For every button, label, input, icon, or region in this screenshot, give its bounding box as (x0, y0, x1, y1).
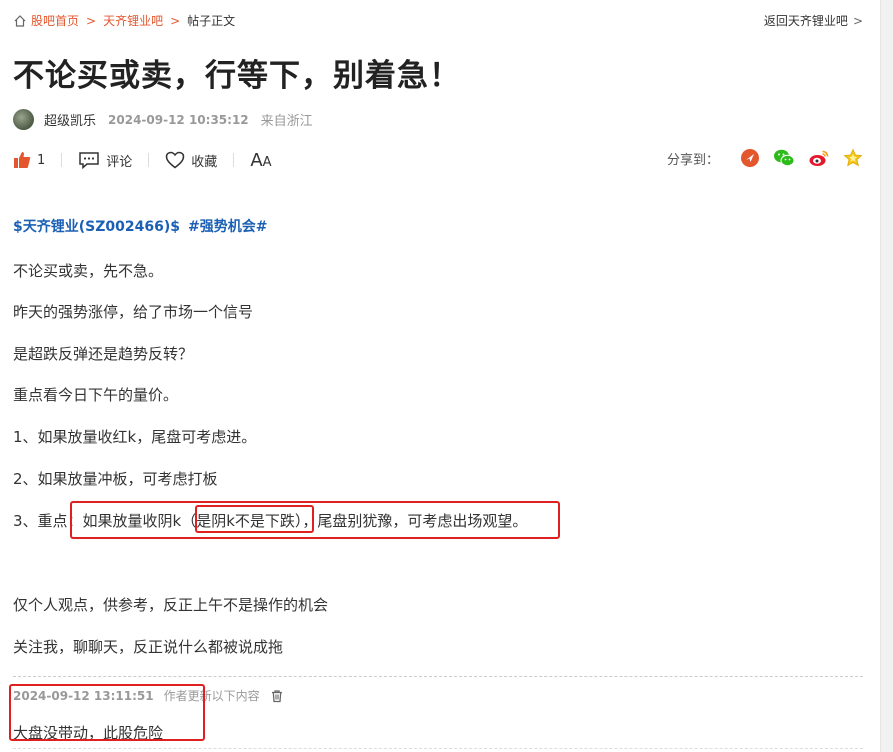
content-line: 2、如果放量冲板，可考虑打板 (13, 470, 218, 488)
topic-tag-link[interactable]: #强势机会# (188, 219, 267, 235)
annotation-highlight-box (70, 501, 560, 539)
share-label: 分享到： (666, 152, 719, 168)
trash-icon[interactable] (270, 689, 284, 703)
divider (233, 153, 235, 167)
share-wechat-icon[interactable] (773, 148, 795, 168)
favorite-button[interactable]: 收藏 (165, 151, 217, 170)
breadcrumb: 股吧首页 > 天齐锂业吧 > 帖子正文 返回天齐锂业吧 > (13, 12, 863, 30)
thumbs-up-icon (14, 152, 31, 168)
home-icon[interactable] (13, 14, 27, 28)
post-title: 不论买或卖，行等下，别着急！ (13, 58, 461, 94)
action-bar: 1 评论 收藏 AA 分享到： (13, 148, 863, 172)
author-info: 超级凯乐 2024-09-12 10:35:12 来自浙江 (13, 109, 313, 130)
font-size-large: A (250, 149, 263, 171)
annotation-highlight-box (9, 684, 205, 741)
back-link-label: 返回天齐锂业吧 (763, 14, 848, 28)
content-line: 昨天的强势涨停，给了市场一个信号 (13, 303, 254, 321)
chevron-right-icon: > (852, 14, 863, 28)
breadcrumb-home-link[interactable]: 股吧首页 (31, 12, 79, 29)
comment-label: 评论 (106, 154, 133, 170)
content-line: 不论买或卖，先不急。 (13, 262, 164, 280)
divider (148, 153, 150, 167)
divider (61, 153, 63, 167)
content-line: 1、如果放量收红k，尾盘可考虑进。 (13, 428, 257, 446)
content-line: 是超跌反弹还是趋势反转？ (13, 345, 194, 363)
chevron-right-icon: > (170, 13, 181, 28)
favorite-label: 收藏 (191, 154, 218, 170)
divider (13, 748, 863, 749)
like-count: 1 (37, 152, 46, 168)
post-time: 2024-09-12 10:35:12 (108, 112, 249, 127)
share-weibo-tencent-icon[interactable] (740, 148, 760, 168)
scrollbar[interactable] (880, 0, 893, 752)
breadcrumb-current: 帖子正文 (187, 14, 236, 28)
chevron-right-icon: > (86, 13, 97, 28)
divider (13, 676, 863, 677)
content-line: 仅个人观点，供参考，反正上午不是操作的机会 (13, 596, 329, 614)
comment-icon (79, 152, 100, 169)
breadcrumb-forum-link[interactable]: 天齐锂业吧 (103, 12, 163, 29)
share-bar: 分享到： (667, 148, 863, 168)
content-line: 关注我，聊聊天，反正说什么都被说成拖 (13, 638, 284, 656)
tag-line: $天齐锂业(SZ002466)$ #强势机会# (13, 216, 267, 236)
font-size-small: A (262, 154, 272, 170)
avatar[interactable] (13, 109, 34, 130)
like-button[interactable]: 1 (13, 151, 45, 169)
comment-button[interactable]: 评论 (78, 151, 132, 170)
author-name[interactable]: 超级凯乐 (44, 110, 96, 129)
share-weibo-icon[interactable] (808, 148, 830, 168)
post-location: 来自浙江 (260, 114, 313, 129)
annotation-highlight-box (195, 505, 314, 533)
back-to-forum-link[interactable]: 返回天齐锂业吧 > (764, 12, 863, 29)
content-line: 重点看今日下午的量价。 (13, 386, 179, 404)
font-size-icon[interactable]: AA (250, 150, 271, 171)
share-star-icon[interactable] (843, 148, 863, 168)
heart-icon (166, 151, 185, 169)
stock-tag-link[interactable]: $天齐锂业(SZ002466)$ (13, 219, 180, 235)
